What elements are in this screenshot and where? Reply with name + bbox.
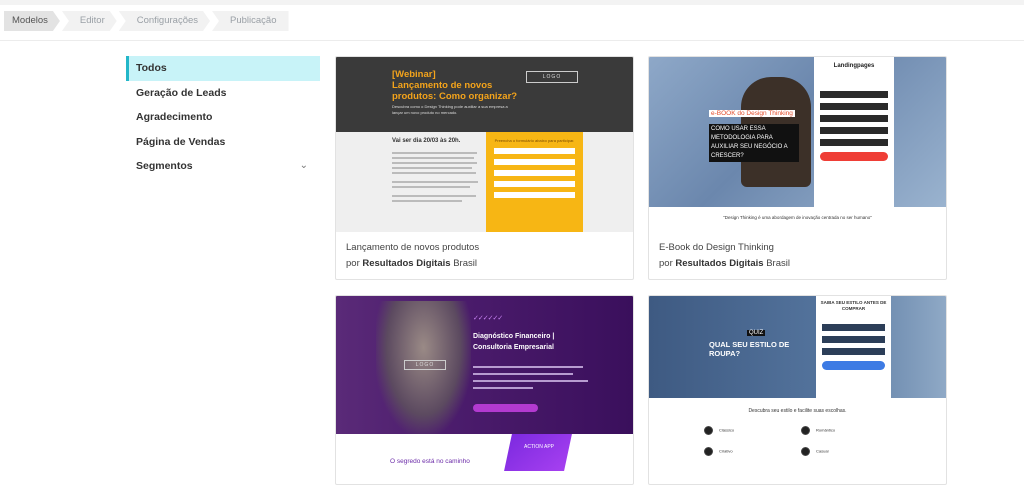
card-author: por Resultados Digitais Brasil	[659, 258, 790, 269]
text-line	[392, 152, 477, 154]
card-title: E-Book do Design Thinking	[659, 242, 774, 253]
top-bar	[0, 0, 1024, 5]
thumbnail-form: Preencha o formulário abaixo para partic…	[486, 132, 583, 232]
card-title: Lançamento de novos produtos	[346, 242, 480, 253]
phone-graphic	[504, 434, 572, 471]
sidebar-item-label: Agradecimento	[136, 111, 213, 123]
text-line	[392, 186, 470, 188]
sidebar-item-agradecimento[interactable]: Agradecimento	[126, 105, 320, 130]
text-line	[392, 195, 476, 197]
quiz-option: Criativo	[704, 447, 733, 456]
quiz-badge: QUIZ	[747, 330, 766, 336]
cta-button	[473, 404, 538, 412]
quiz-option: Clássico	[704, 426, 734, 435]
card-info: Lançamento de novos produtos por Resulta…	[336, 232, 633, 279]
thumbnail-form: Landingpages	[814, 57, 894, 207]
text-line	[473, 366, 583, 368]
quiz-option: Romântico	[801, 426, 835, 435]
thumbnail-heading: QUAL SEU ESTILO DE ROUPA?	[709, 340, 790, 358]
form-field	[822, 336, 885, 343]
text-line	[392, 181, 478, 183]
form-field	[820, 115, 888, 122]
check-marks: ✓✓✓✓✓✓	[473, 315, 503, 322]
form-title: Preencha o formulário abaixo para partic…	[494, 138, 575, 143]
quiz-option: Casual	[801, 447, 828, 456]
form-field	[822, 348, 885, 355]
thumbnail-quote: "Design Thinking é uma abordagem de inov…	[723, 215, 872, 220]
template-card-lancamento[interactable]: [Webinar] Lançamento de novos produtos: …	[335, 56, 634, 280]
text-line	[473, 387, 533, 389]
sidebar-item-segmentos[interactable]: Segmentos ⌄	[126, 154, 320, 179]
text-line	[392, 172, 476, 174]
form-field	[820, 91, 888, 98]
text-line	[473, 380, 588, 382]
breadcrumb: Modelos Editor Configurações Publicação	[4, 11, 291, 31]
option-icon	[801, 426, 810, 435]
template-thumbnail[interactable]: LOGO ✓✓✓✓✓✓ Diagnóstico Financeiro | Con…	[336, 296, 633, 471]
breadcrumb-step-publicacao[interactable]: Publicação	[212, 11, 289, 31]
sidebar-item-pagina-de-vendas[interactable]: Página de Vendas	[126, 130, 320, 155]
thumbnail-heading: [Webinar] Lançamento de novos produtos: …	[392, 69, 518, 102]
breadcrumb-step-configuracoes[interactable]: Configurações	[119, 11, 210, 31]
form-field	[494, 159, 575, 165]
option-icon	[704, 447, 713, 456]
breadcrumb-step-editor[interactable]: Editor	[62, 11, 117, 31]
card-author: por Resultados Digitais Brasil	[346, 258, 477, 269]
form-field	[820, 127, 888, 134]
thumbnail-description: Descubra seu estilo e facilite suas esco…	[748, 408, 847, 414]
thumbnail-body	[336, 132, 633, 232]
form-field	[494, 181, 575, 187]
thumbnail-subtext: Descubra como o Design Thinking pode aux…	[392, 104, 508, 115]
thumbnail-heading: Diagnóstico Financeiro | Consultoria Emp…	[473, 333, 555, 351]
logo-placeholder: LOGO	[404, 360, 446, 370]
form-submit	[820, 152, 888, 161]
logo-placeholder: LOGO	[526, 71, 578, 83]
card-info: E-Book do Design Thinking por Resultados…	[649, 232, 946, 279]
sidebar-item-geracao-de-leads[interactable]: Geração de Leads	[126, 81, 320, 106]
category-sidebar: Todos Geração de Leads Agradecimento Pág…	[126, 56, 320, 179]
chevron-down-icon: ⌄	[299, 160, 308, 171]
sidebar-item-label: Todos	[136, 62, 167, 74]
ebook-question: COMO USAR ESSA METODOLOGIA PARA AUXILIAR…	[709, 124, 799, 162]
template-card-quiz-estilo[interactable]: SAIBA SEU ESTILO ANTES DE COMPRAR QUIZ Q…	[648, 295, 947, 485]
thumbnail-body	[336, 434, 633, 471]
form-field	[494, 170, 575, 176]
header-divider	[0, 40, 1024, 41]
thumbnail-tagline: O segredo está no caminho	[390, 458, 470, 465]
sidebar-item-todos[interactable]: Todos	[126, 56, 320, 81]
form-submit	[822, 361, 885, 370]
form-field	[822, 324, 885, 331]
thumbnail-form: SAIBA SEU ESTILO ANTES DE COMPRAR	[816, 296, 891, 398]
text-line	[392, 162, 477, 164]
text-line	[392, 167, 472, 169]
text-line	[473, 373, 573, 375]
option-icon	[801, 447, 810, 456]
breadcrumb-step-modelos[interactable]: Modelos	[4, 11, 60, 31]
template-thumbnail[interactable]: [Webinar] Lançamento de novos produtos: …	[336, 57, 633, 232]
form-title: SAIBA SEU ESTILO ANTES DE COMPRAR	[820, 300, 887, 311]
ebook-label: e-BOOK do Design Thinking	[709, 110, 795, 117]
text-line	[392, 157, 474, 159]
form-field	[494, 148, 575, 154]
sidebar-item-label: Geração de Leads	[136, 86, 227, 99]
text-line	[392, 200, 462, 202]
sidebar-item-label: Página de Vendas	[136, 135, 226, 148]
form-field	[820, 139, 888, 146]
template-thumbnail[interactable]: SAIBA SEU ESTILO ANTES DE COMPRAR QUIZ Q…	[649, 296, 946, 471]
template-card-ebook[interactable]: Landingpages e-BOOK do Design Thinking C…	[648, 56, 947, 280]
sidebar-item-label: Segmentos	[136, 160, 193, 172]
option-icon	[704, 426, 713, 435]
template-card-diagnostico[interactable]: LOGO ✓✓✓✓✓✓ Diagnóstico Financeiro | Con…	[335, 295, 634, 485]
brand-logo: Landingpages	[833, 63, 875, 69]
form-field	[494, 192, 575, 198]
thumbnail-date: Vai ser dia 20/03 às 20h.	[392, 138, 461, 144]
form-field	[820, 103, 888, 110]
app-label: ACTION APP	[524, 444, 555, 450]
template-thumbnail[interactable]: Landingpages e-BOOK do Design Thinking C…	[649, 57, 946, 232]
